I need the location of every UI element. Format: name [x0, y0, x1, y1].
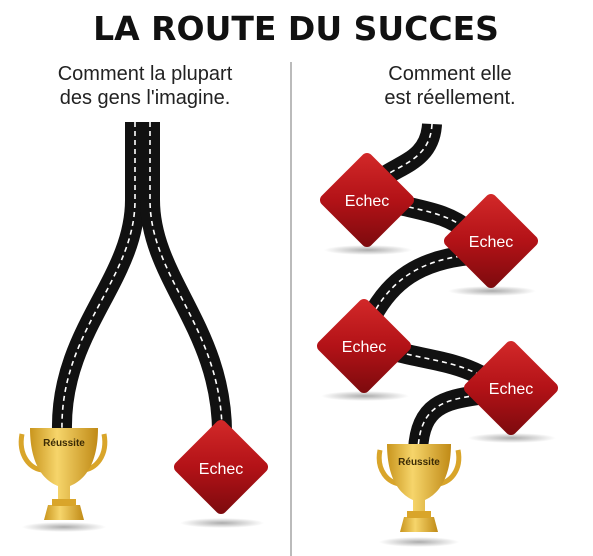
right-fail-label-4: Echec — [489, 381, 533, 398]
left-trophy: Réussite — [18, 428, 108, 532]
right-caption-line2: est réellement. — [384, 87, 515, 109]
right-fail-diamond-2: Echec — [443, 193, 539, 296]
left-road — [51, 122, 233, 441]
page-title: LA ROUTE DU SUCCES — [93, 9, 499, 48]
right-fail-diamond-4: Echec — [463, 340, 559, 443]
right-trophy: Réussite — [376, 444, 462, 547]
left-fail-diamond: Echec — [173, 419, 269, 528]
left-caption-line2: des gens l'imagine. — [60, 87, 231, 109]
left-fail-label: Echec — [199, 461, 243, 478]
right-caption-line1: Comment elle — [388, 63, 511, 85]
right-trophy-label: Réussite — [398, 457, 440, 468]
road-to-success-diagram: LA ROUTE DU SUCCES Comment la plupart de… — [18, 9, 559, 556]
left-trophy-label: Réussite — [43, 438, 85, 449]
left-caption-line1: Comment la plupart — [58, 63, 233, 85]
right-fail-label-2: Echec — [469, 234, 513, 251]
right-fail-label-1: Echec — [345, 193, 389, 210]
right-fail-label-3: Echec — [342, 339, 386, 356]
right-fail-diamond-3: Echec — [316, 298, 412, 401]
diagram-canvas: LA ROUTE DU SUCCES Comment la plupart de… — [0, 0, 593, 556]
